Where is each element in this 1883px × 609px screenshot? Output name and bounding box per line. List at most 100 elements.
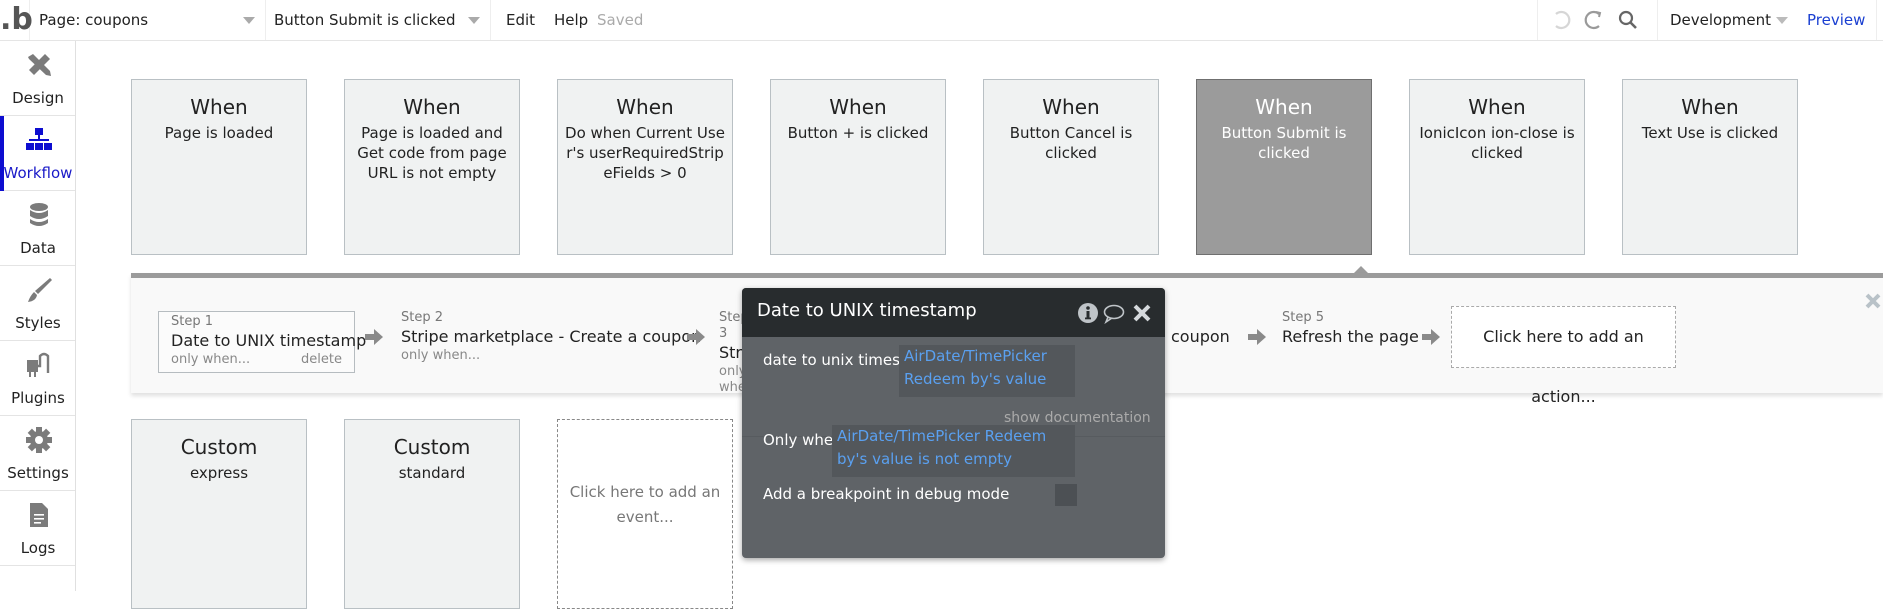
step-name: coupon	[1171, 327, 1230, 346]
preview-button[interactable]: Preview	[1807, 0, 1865, 40]
step-1[interactable]: Step 1 Date to UNIX timestamp only when.…	[158, 311, 367, 373]
sidebar-item-label: Data	[20, 239, 56, 257]
add-action-button[interactable]: Click here to add an action...	[1451, 306, 1676, 406]
event-card[interactable]: When Button Cancel is clicked	[983, 79, 1159, 255]
event-description: express	[189, 464, 249, 482]
only-when-input[interactable]: AirDate/TimePicker Redeem by's value is …	[832, 425, 1075, 477]
arrow-right-icon	[1248, 329, 1266, 345]
chevron-down-icon	[468, 17, 480, 24]
event-description: Do when Current User's userRequiredStrip…	[565, 124, 725, 182]
sidebar-item-label: Workflow	[3, 164, 73, 182]
event-keyword: When	[1681, 95, 1739, 119]
page-select[interactable]: Page: coupons	[31, 0, 266, 40]
only-when-link[interactable]: only when...	[401, 348, 701, 364]
event-card[interactable]: When IonicIcon ion-close is clicked	[1409, 79, 1585, 255]
step-name: Stripe marketplace - Create a coupon	[401, 327, 702, 346]
breakpoint-checkbox[interactable]	[1055, 484, 1077, 506]
sidebar-item-label: Design	[12, 89, 64, 107]
sidebar-item-design[interactable]: Design	[0, 41, 75, 116]
add-event-label: Click here to add an event...	[569, 483, 721, 526]
event-description: Button Cancel is clicked	[1009, 124, 1133, 162]
document-icon	[30, 503, 48, 527]
event-keyword: When	[829, 95, 887, 119]
custom-event-card[interactable]: Custom standard	[344, 419, 520, 609]
step-name: Date to UNIX timestamp	[171, 331, 367, 350]
arrow-right-icon	[687, 329, 705, 345]
top-bar: .b Page: coupons Button Submit is clicke…	[0, 0, 1883, 41]
help-menu[interactable]: Help	[554, 0, 588, 40]
step-number: Step 2	[401, 310, 444, 325]
event-card[interactable]: When Do when Current User's userRequired…	[557, 79, 733, 255]
event-select[interactable]: Button Submit is clicked	[266, 0, 491, 40]
comment-icon[interactable]	[1103, 302, 1125, 324]
close-icon[interactable]	[1131, 302, 1153, 324]
show-documentation-link[interactable]: show documentation	[1004, 410, 1151, 426]
custom-event-card[interactable]: Custom express	[131, 419, 307, 609]
step-2[interactable]: Step 2 Stripe marketplace - Create a cou…	[401, 310, 701, 364]
arrow-right-icon	[365, 329, 383, 345]
brush-icon	[28, 278, 52, 302]
step-name: Refresh the page	[1282, 327, 1419, 346]
step-5[interactable]: Step 5 Refresh the page	[1282, 310, 1419, 348]
sidebar-item-data[interactable]: Data	[0, 191, 75, 266]
sidebar: Design Workflow Data Styles Plugins Sett…	[0, 41, 88, 591]
event-keyword: When	[403, 95, 461, 119]
event-keyword: When	[1042, 95, 1100, 119]
add-event-button[interactable]: Click here to add an event...	[557, 419, 733, 609]
popup-header: Date to UNIX timestamp	[742, 288, 1165, 337]
step-4[interactable]: coupon	[1171, 326, 1230, 348]
popup-title: Date to UNIX timestamp	[757, 300, 977, 321]
breakpoint-label: Add a breakpoint in debug mode	[763, 485, 1010, 503]
sidebar-item-plugins[interactable]: Plugins	[0, 341, 75, 416]
event-keyword: When	[190, 95, 248, 119]
step-number: Step 1	[171, 314, 214, 329]
event-keyword: Custom	[393, 435, 471, 459]
close-icon[interactable]	[1864, 292, 1882, 310]
environment-value: Development	[1670, 11, 1771, 29]
sidebar-item-label: Styles	[15, 314, 61, 332]
sidebar-item-label: Logs	[20, 539, 56, 557]
event-keyword: When	[616, 95, 674, 119]
event-card-selected[interactable]: When Button Submit is clicked	[1196, 79, 1372, 255]
only-when-label: Only when	[763, 431, 843, 449]
only-when-link[interactable]: only when...	[171, 352, 250, 368]
chevron-down-icon	[243, 17, 255, 24]
event-card[interactable]: When Page is loaded and Get code from pa…	[344, 79, 520, 255]
gear-icon	[26, 427, 52, 453]
sidebar-item-workflow[interactable]: Workflow	[0, 116, 75, 191]
edit-menu[interactable]: Edit	[506, 0, 535, 40]
plug-icon	[27, 352, 50, 377]
save-status: Saved	[597, 11, 644, 29]
search-icon[interactable]	[1616, 8, 1640, 32]
event-card[interactable]: When Page is loaded	[131, 79, 307, 255]
event-keyword: Custom	[180, 435, 258, 459]
event-description: IonicIcon ion-close is clicked	[1419, 124, 1575, 162]
event-description: Button Submit is clicked	[1221, 124, 1347, 162]
event-card[interactable]: When Text Use is clicked	[1622, 79, 1798, 255]
sidebar-item-logs[interactable]: Logs	[0, 491, 75, 566]
event-description: standard	[398, 464, 466, 482]
page-select-value: Page: coupons	[39, 11, 149, 29]
action-property-editor: Date to UNIX timestamp date to unix time…	[742, 288, 1165, 558]
event-keyword: When	[1468, 95, 1526, 119]
environment-select[interactable]: Development	[1657, 0, 1802, 40]
bubble-logo[interactable]: .b	[0, 0, 33, 40]
step-number: Step 5	[1282, 310, 1325, 325]
arrow-right-icon	[1422, 329, 1440, 345]
event-card[interactable]: When Button + is clicked	[770, 79, 946, 255]
event-select-value: Button Submit is clicked	[274, 11, 456, 29]
chevron-down-icon	[1776, 17, 1788, 24]
database-icon	[30, 203, 48, 226]
sidebar-item-label: Plugins	[11, 389, 65, 407]
sidebar-item-settings[interactable]: Settings	[0, 416, 75, 491]
sidebar-item-styles[interactable]: Styles	[0, 266, 75, 341]
undo-icon[interactable]	[1549, 8, 1573, 32]
divider	[1876, 0, 1877, 40]
date-field-input[interactable]: AirDate/TimePicker Redeem by's value	[899, 345, 1075, 397]
redo-icon[interactable]	[1581, 8, 1605, 32]
info-icon[interactable]	[1077, 302, 1099, 324]
event-description: Text Use is clicked	[1641, 124, 1779, 142]
delete-step-link[interactable]: delete	[301, 352, 342, 368]
sidebar-item-label: Settings	[7, 464, 69, 482]
event-description: Page is loaded and Get code from page UR…	[357, 124, 507, 182]
